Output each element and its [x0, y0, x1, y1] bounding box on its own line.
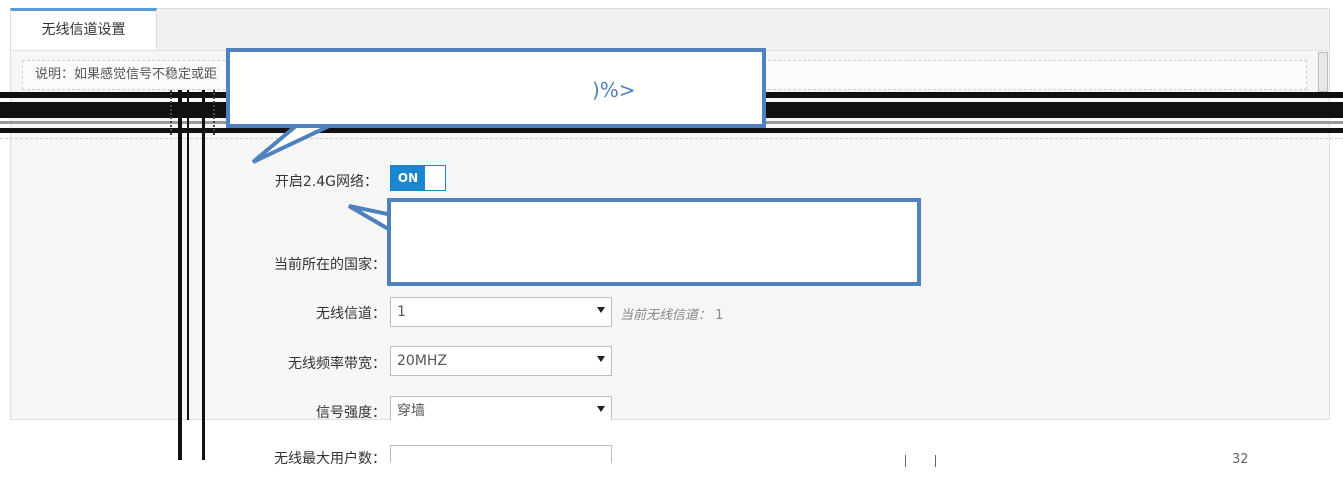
bandwidth-value: 20MHZ [397, 353, 448, 369]
enable-24g-toggle[interactable]: ON [390, 165, 446, 191]
dashed-divider [170, 90, 172, 135]
enable-24g-label: 开启2.4G网络： [274, 174, 378, 190]
callout-bubble [387, 198, 921, 286]
bandwidth-label: 无线频率带宽： [288, 356, 386, 372]
callout-text: )%> [592, 78, 636, 102]
channel-label: 无线信道： [316, 306, 386, 322]
toggle-on-text: ON [391, 166, 425, 190]
channel-value: 1 [397, 304, 406, 320]
channel-select[interactable]: 1 [390, 297, 612, 327]
tab-bar [10, 8, 1330, 50]
signal-strength-value: 穿墙 [397, 403, 425, 419]
glitch-bar [935, 455, 936, 467]
current-channel-label: 当前无线信道： [620, 308, 712, 323]
signal-strength-label: 信号强度： [316, 405, 386, 421]
max-users-value: 32 [1232, 452, 1249, 467]
callout-bubble: )%> [226, 48, 766, 128]
tab-wireless-channel-settings[interactable]: 无线信道设置 [10, 8, 157, 50]
chevron-down-icon [597, 307, 605, 313]
glitch-bar [202, 420, 205, 460]
glitch-bar [905, 455, 906, 467]
notice-text: 说明：如果感觉信号不稳定或距 [35, 67, 218, 82]
country-label: 当前所在的国家： [274, 257, 386, 273]
glitch-bar [178, 420, 182, 460]
scrollbar[interactable] [1318, 52, 1328, 92]
chevron-down-icon [597, 356, 605, 362]
max-users-input[interactable] [390, 445, 612, 463]
glitch-bar [178, 90, 182, 460]
bandwidth-select[interactable]: 20MHZ [390, 346, 612, 376]
current-channel-hint: 当前无线信道： 1 [620, 304, 723, 323]
dashed-divider [213, 90, 215, 135]
max-users-label: 无线最大用户数： [274, 451, 386, 467]
current-channel-value: 1 [715, 308, 724, 323]
chevron-down-icon [597, 406, 605, 412]
tab-label: 无线信道设置 [41, 22, 126, 38]
